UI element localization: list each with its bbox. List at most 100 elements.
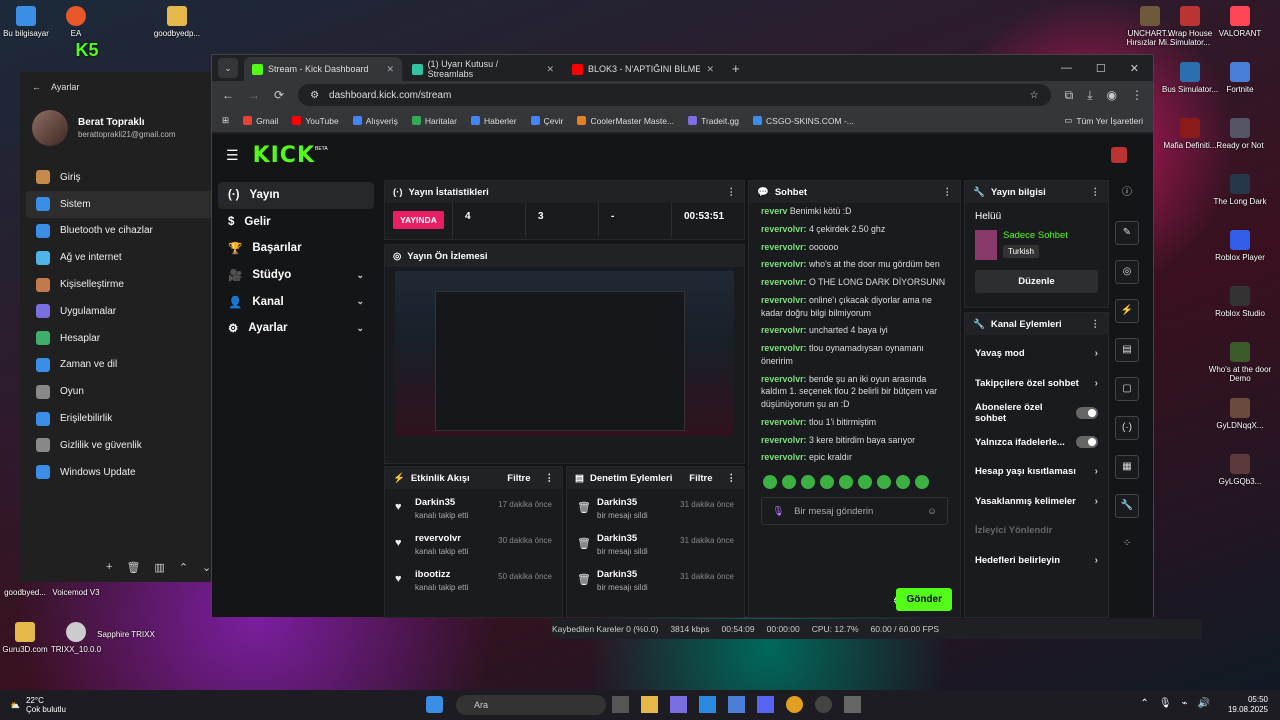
channel-action-item[interactable]: Yavaş mod › [965, 339, 1108, 369]
chat-username[interactable]: revervolvr: [761, 435, 806, 445]
desktop-icon[interactable]: VALORANT [1205, 6, 1275, 38]
obs-icon[interactable] [815, 696, 832, 713]
channel-action-item[interactable]: Yalnızca ifadelerle... [965, 428, 1108, 458]
feed-user[interactable]: Darkin35 [597, 533, 648, 544]
settings-nav-item[interactable]: Kişiselleştirme [20, 271, 219, 298]
bookmark-item[interactable]: CSGO-SKINS.COM -... [753, 116, 854, 126]
bookmark-item[interactable]: Çevir [530, 116, 563, 126]
emote-icon[interactable] [877, 475, 891, 489]
kick-logo[interactable]: KICK [253, 143, 315, 168]
settings-nav-item[interactable]: Windows Update [20, 459, 219, 486]
emote-icon[interactable] [915, 475, 929, 489]
network-icon[interactable]: ⌁ [1182, 698, 1188, 709]
more-icon[interactable]: ⋮ [1091, 187, 1101, 198]
menu-icon[interactable]: ⋮ [1131, 88, 1143, 102]
task-view-icon[interactable] [612, 696, 629, 713]
bookmark-item[interactable]: Gmail [243, 116, 278, 126]
emoji-icon[interactable]: ☺ [927, 506, 937, 517]
minimize-icon[interactable]: — [1061, 62, 1072, 75]
feed-user[interactable]: revervolvr [415, 533, 468, 544]
clipboard-icon[interactable]: ▤ [1115, 338, 1139, 362]
feed-user[interactable]: ibootizz [415, 569, 468, 580]
broadcast-icon[interactable]: (·) [1115, 416, 1139, 440]
desktop-icon[interactable]: Ready or Not [1205, 118, 1275, 150]
user-avatar-icon[interactable] [1111, 147, 1127, 163]
edge-icon[interactable] [699, 696, 716, 713]
bookmark-item[interactable]: Tradeit.gg [688, 116, 739, 126]
emote-icon[interactable] [896, 475, 910, 489]
channel-action-item[interactable]: İzleyici Yönlendir [965, 516, 1108, 546]
tag-badge[interactable]: Turkish [1003, 245, 1039, 258]
stream-preview[interactable] [395, 271, 734, 436]
channel-action-item[interactable]: Hedefleri belirleyin › [965, 546, 1108, 576]
feed-user[interactable]: Darkin35 [415, 497, 468, 508]
settings-app-icon[interactable] [844, 696, 861, 713]
close-icon[interactable]: ✕ [546, 64, 554, 75]
bookmark-star-icon[interactable]: ☆ [1030, 90, 1039, 101]
chat-username[interactable]: revervolvr: [761, 259, 806, 269]
desktop-icon[interactable]: Who's at the door Demo [1205, 342, 1275, 383]
panel-icon[interactable]: ▥ [154, 561, 164, 574]
explorer-icon[interactable] [641, 696, 658, 713]
close-icon[interactable]: ✕ [386, 64, 394, 75]
more-icon[interactable]: ⋮ [727, 187, 737, 198]
desktop-icon[interactable]: EA [41, 6, 111, 38]
profile-icon[interactable]: ◉ [1107, 88, 1117, 102]
emote-icon[interactable] [839, 475, 853, 489]
more-icon[interactable]: ⋮ [1091, 319, 1101, 330]
desktop-icon[interactable]: Sapphire TRIXX [91, 630, 161, 639]
more-icon[interactable]: ⋮ [943, 187, 953, 198]
desktop-icon[interactable]: Voicemod V3 [41, 588, 111, 597]
back-icon[interactable]: ← [222, 88, 234, 102]
chat-username[interactable]: revervolvr: [761, 343, 806, 353]
all-bookmarks[interactable]: ▭ Tüm Yer İşaretleri [1064, 115, 1143, 126]
kick-nav-item[interactable]: $ Gelir [218, 209, 374, 236]
settings-nav-item[interactable]: Giriş [20, 164, 219, 191]
camera-icon[interactable]: ◎ [1115, 260, 1139, 284]
chat-username[interactable]: reverv [761, 206, 787, 216]
more-icon[interactable]: ⋮ [727, 473, 737, 484]
tab-search-button[interactable]: ⌄ [218, 58, 238, 78]
bookmark-item[interactable]: CoolerMaster Maste... [577, 116, 674, 126]
chevron-down-icon[interactable]: ⌄ [202, 561, 211, 574]
copilot-icon[interactable] [670, 696, 687, 713]
back-arrow-icon[interactable]: ← [32, 82, 41, 92]
chat-username[interactable]: revervolvr: [761, 452, 806, 462]
desktop-icon[interactable]: GyLGQb3... [1205, 454, 1275, 486]
channel-action-item[interactable]: Hesap yaşı kısıtlaması › [965, 457, 1108, 487]
add-icon[interactable]: + [106, 561, 112, 573]
emote-icon[interactable] [782, 475, 796, 489]
download-icon[interactable]: ⤓ [1087, 88, 1092, 103]
kick-nav-item[interactable]: 🏆 Başarılar [218, 235, 374, 262]
desktop-icon[interactable]: goodbyedp... [142, 6, 212, 38]
chevron-down-icon[interactable]: ⌄ [356, 323, 364, 334]
clock[interactable]: 05:50 19.08.2025 [1228, 695, 1268, 716]
apps-grid-icon[interactable]: ⊞ [222, 115, 229, 126]
desktop-icon[interactable]: Roblox Studio [1205, 286, 1275, 318]
kick-nav-item[interactable]: ⚙ Ayarlar ⌄ [218, 315, 374, 342]
desktop-icon[interactable]: Fortnite [1205, 62, 1275, 94]
forward-icon[interactable]: → [248, 88, 260, 102]
kick-nav-item[interactable]: (·) Yayın [218, 182, 374, 209]
desktop-icon[interactable]: GyLDNqqX... [1205, 398, 1275, 430]
chat-icon[interactable]: ▢ [1115, 377, 1139, 401]
settings-nav-item[interactable]: Gizlilik ve güvenlik [20, 432, 219, 459]
channel-action-item[interactable]: Yasaklanmış kelimeler › [965, 487, 1108, 517]
chat-input[interactable]: 🎙 Bir mesaj gönderin ☺ [761, 497, 948, 525]
user-card[interactable]: Berat Topraklı berattoprakli21@gmail.com [20, 102, 219, 164]
reload-icon[interactable]: ⟳ [274, 88, 284, 102]
close-window-icon[interactable]: ✕ [1130, 62, 1139, 75]
taskbar-search[interactable]: Ara [456, 695, 606, 715]
tab-kick[interactable]: Stream - Kick Dashboard ✕ [244, 57, 402, 81]
emote-icon[interactable] [763, 475, 777, 489]
info-icon[interactable]: ⓘ [1115, 182, 1139, 206]
chrome-icon[interactable] [786, 696, 803, 713]
feed-user[interactable]: Darkin35 [597, 497, 648, 508]
settings-nav-item[interactable]: Erişilebilirlik [20, 405, 219, 432]
chat-username[interactable]: revervolvr: [761, 242, 806, 252]
start-icon[interactable] [426, 696, 443, 713]
tab-youtube[interactable]: BLOK3 - N'APTIĞINI BİLMEDİ ✕ [564, 57, 722, 81]
chevron-down-icon[interactable]: ⌄ [356, 270, 364, 281]
discord-icon[interactable] [757, 696, 774, 713]
chat-username[interactable]: revervolvr: [761, 374, 806, 384]
